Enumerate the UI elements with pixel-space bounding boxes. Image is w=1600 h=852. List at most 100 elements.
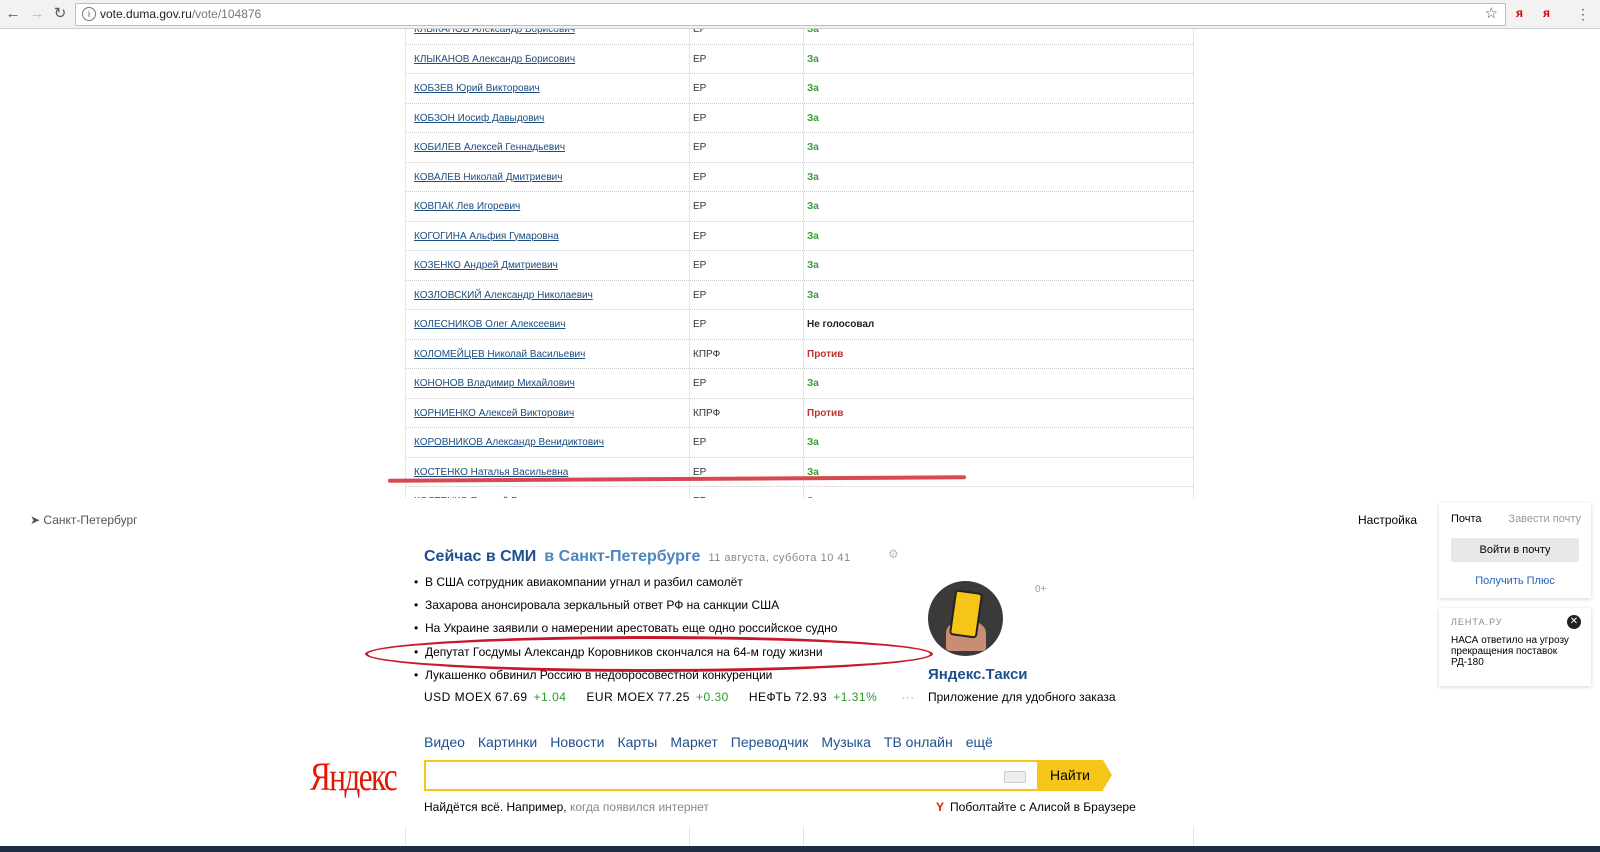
search-input[interactable] — [430, 765, 994, 787]
service-link-tv[interactable]: ТВ онлайн — [884, 734, 953, 750]
taxi-title[interactable]: Яндекс.Такси — [928, 666, 1028, 683]
city-label: Санкт-Петербург — [43, 513, 138, 527]
service-link-maps[interactable]: Карты — [617, 734, 657, 750]
service-link-video[interactable]: Видео — [424, 734, 465, 750]
deputy-name-link[interactable]: КОВПАК Лев Игоревич — [414, 201, 520, 212]
get-plus-link[interactable]: Получить Плюс — [1439, 575, 1591, 587]
address-bar[interactable]: i vote.duma.gov.ru/vote/104876 ☆ — [75, 3, 1506, 26]
lenta-news-card[interactable]: ЛЕНТА.РУ ✕ НАСА ответило на угрозу прекр… — [1439, 608, 1591, 686]
party-cell: КПРФ — [693, 407, 721, 419]
browser-toolbar: ← → ↻ i vote.duma.gov.ru/vote/104876 ☆ я… — [0, 0, 1600, 29]
deputy-name-link[interactable]: КОЗЕНКО Андрей Дмитриевич — [414, 260, 558, 271]
mail-title[interactable]: Почта — [1451, 513, 1482, 525]
bookmark-star-icon[interactable]: ☆ — [1485, 4, 1498, 22]
table-row: КОСТЕНКО Наталья Васильевна ЕР За — [406, 457, 1193, 487]
deputy-name-link[interactable]: КОЛЕСНИКОВ Олег Алексеевич — [414, 319, 565, 330]
news-tab-smi[interactable]: Сейчас в СМИ — [424, 548, 536, 565]
table-row: КОЗЕНКО Андрей Дмитриевич ЕР За — [406, 251, 1193, 281]
deputy-name-link[interactable]: КОГОГИНА Альфия Гумаровна — [414, 231, 559, 242]
services-nav: Видео Картинки Новости Карты Маркет Переводчи… — [424, 734, 1006, 750]
mail-widget: Почта Завести почту Войти в почту Получи… — [1439, 503, 1591, 598]
forward-icon[interactable]: → — [28, 5, 46, 23]
site-info-icon[interactable]: i — [82, 7, 96, 21]
table-row: КОРОВНИКОВ Александр Венидиктович ЕР За — [406, 428, 1193, 458]
vote-result-cell: За — [807, 289, 819, 301]
close-icon[interactable]: ✕ — [1567, 615, 1581, 629]
vote-result-cell: За — [807, 260, 819, 271]
vote-result-cell: За — [807, 29, 819, 35]
service-link-more[interactable]: ещё — [966, 734, 993, 750]
alice-promo[interactable]: Y Поболтайте с Алисой в Браузере — [936, 800, 1136, 814]
rate-change: +1.04 — [533, 690, 567, 704]
taxi-promo-image[interactable] — [928, 581, 1003, 656]
party-cell: ЕР — [693, 29, 707, 35]
yandex-logo[interactable]: Яндекс — [310, 753, 398, 800]
party-cell: ЕР — [693, 112, 707, 124]
deputy-name-link[interactable]: КЛЫКАНОВ Александр Борисович — [414, 54, 575, 65]
search-button[interactable]: Найти — [1037, 760, 1112, 791]
party-cell: ЕР — [693, 378, 707, 389]
rate-eur[interactable]: EUR MOEX 77.25 +0.30 — [586, 690, 748, 704]
vote-result-cell: За — [807, 230, 819, 242]
table-row: КОЛОМЕЙЦЕВ Николай Васильевич КПРФ Против — [406, 339, 1193, 369]
party-cell: ЕР — [693, 53, 707, 65]
news-item[interactable]: Захарова анонсировала зеркальный ответ Р… — [414, 597, 837, 620]
hint-example-link[interactable]: когда появился интернет — [570, 800, 709, 814]
service-link-music[interactable]: Музыка — [821, 734, 871, 750]
search-hint: Найдётся всё. Например, когда появился и… — [424, 800, 709, 814]
vote-result-cell: За — [807, 83, 819, 94]
menu-icon[interactable]: ⋮ — [1574, 5, 1592, 23]
deputy-name-link[interactable]: КОСТЕНКО Наталья Васильевна — [414, 467, 568, 478]
vote-result-cell: За — [807, 201, 819, 212]
age-rating: 0+ — [1035, 584, 1047, 595]
rate-oil[interactable]: НЕФТЬ 72.93 +1.31% — [749, 690, 897, 704]
url-path: /vote/104876 — [191, 7, 262, 21]
table-row: КОРНИЕНКО Алексей Викторович КПРФ Против — [406, 398, 1193, 428]
settings-link[interactable]: Настройка — [1358, 513, 1417, 527]
deputy-name-link[interactable]: КОЗЛОВСКИЙ Александр Николаевич — [414, 290, 593, 301]
rate-name: EUR MOEX — [586, 690, 655, 704]
deputy-name-link[interactable]: КЛЫКАНОВ Александр Борисович — [414, 29, 575, 35]
deputy-name-link[interactable]: КОБЗОН Иосиф Давыдович — [414, 113, 544, 124]
yandex-extension-icon[interactable]: я — [1516, 6, 1523, 20]
service-link-translate[interactable]: Переводчик — [731, 734, 809, 750]
table-row: КОБЗЕВ Юрий Викторович ЕР За — [406, 74, 1193, 104]
lenta-headline[interactable]: НАСА ответило на угрозу прекращения пост… — [1451, 635, 1583, 668]
party-cell: ЕР — [693, 201, 707, 212]
deputy-name-link[interactable]: КОВАЛЕВ Николай Дмитриевич — [414, 172, 562, 183]
city-selector[interactable]: ➤ Санкт-Петербург — [30, 513, 138, 527]
create-mail-link[interactable]: Завести почту — [1508, 513, 1581, 525]
deputy-name-link[interactable]: КОБИЛЕВ Алексей Геннадьевич — [414, 142, 565, 153]
keyboard-icon[interactable] — [1004, 771, 1026, 783]
stock-rates: USD MOEX 67.69 +1.04 EUR MOEX 77.25 +0.30 НЕФТ… — [424, 690, 915, 704]
more-rates-icon[interactable]: ··· — [901, 690, 915, 704]
deputy-name-link[interactable]: КОРНИЕНКО Алексей Викторович — [414, 408, 574, 419]
login-mail-button[interactable]: Войти в почту — [1451, 538, 1579, 562]
url-text[interactable]: vote.duma.gov.ru/vote/104876 — [100, 7, 261, 21]
party-cell: ЕР — [693, 83, 707, 94]
reload-icon[interactable]: ↻ — [51, 5, 69, 23]
service-link-news[interactable]: Новости — [550, 734, 604, 750]
location-arrow-icon: ➤ — [30, 513, 41, 527]
news-item[interactable]: В США сотрудник авиакомпании угнал и раз… — [414, 574, 837, 597]
service-link-market[interactable]: Маркет — [670, 734, 717, 750]
rate-value: 77.25 — [657, 690, 690, 704]
yandex-extension-icon-2[interactable]: я — [1543, 6, 1550, 20]
taxi-subtitle[interactable]: Приложение для удобного заказа — [928, 690, 1116, 704]
hint-prefix: Найдётся всё. Например, — [424, 800, 567, 814]
rate-value: 72.93 — [794, 690, 828, 704]
annotation-ellipse — [365, 636, 933, 672]
deputy-name-link[interactable]: КОРОВНИКОВ Александр Венидиктович — [414, 437, 604, 448]
gear-icon[interactable]: ⚙ — [888, 547, 899, 561]
vote-result-cell: Не голосовал — [807, 319, 875, 330]
table-row: КОЛЕСНИКОВ Олег Алексеевич ЕР Не голосовал — [406, 310, 1193, 340]
back-icon[interactable]: ← — [4, 5, 22, 23]
table-row: КОВАЛЕВ Николай Дмитриевич ЕР За — [406, 162, 1193, 192]
deputy-name-link[interactable]: КОБЗЕВ Юрий Викторович — [414, 83, 540, 94]
deputy-name-link[interactable]: КОЛОМЕЙЦЕВ Николай Васильевич — [414, 349, 585, 360]
news-tab-region[interactable]: в Санкт-Петербурге — [544, 548, 700, 565]
rate-change: +0.30 — [695, 690, 729, 704]
service-link-images[interactable]: Картинки — [478, 734, 537, 750]
deputy-name-link[interactable]: КОНОНОВ Владимир Михайлович — [414, 378, 575, 389]
rate-usd[interactable]: USD MOEX 67.69 +1.04 — [424, 690, 586, 704]
